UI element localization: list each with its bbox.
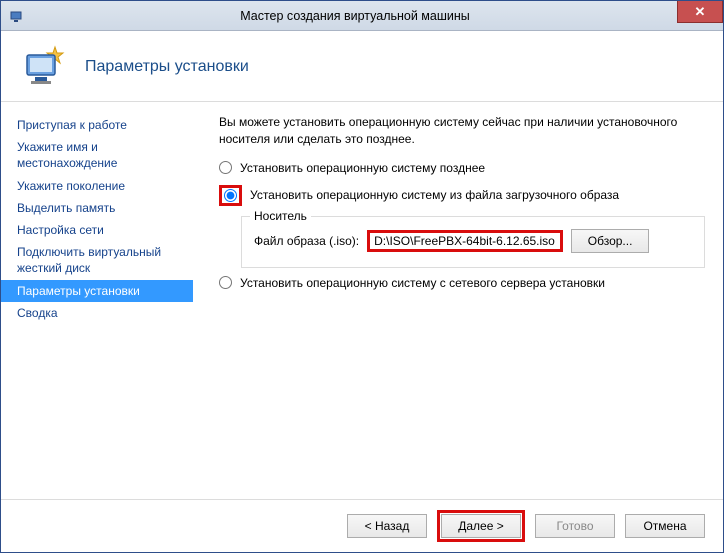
image-path-input[interactable] — [367, 230, 563, 252]
header: Параметры установки — [1, 31, 723, 101]
option-install-network-label: Установить операционную систему с сетево… — [240, 276, 605, 290]
radio-highlight-box — [219, 185, 242, 206]
page-title: Параметры установки — [85, 58, 249, 76]
sidebar-item-install-options[interactable]: Параметры установки — [1, 280, 193, 302]
sidebar-item-memory[interactable]: Выделить память — [1, 197, 193, 219]
next-highlight-box: Далее > — [437, 510, 525, 542]
finish-button[interactable]: Готово — [535, 514, 615, 538]
sidebar-item-vhd[interactable]: Подключить виртуальный жесткий диск — [1, 241, 193, 279]
sidebar-item-generation[interactable]: Укажите поколение — [1, 175, 193, 197]
wizard-window: Мастер создания виртуальной машины ✕ Пар… — [0, 0, 724, 553]
option-install-from-image[interactable]: Установить операционную систему из файла… — [219, 185, 705, 206]
option-install-later[interactable]: Установить операционную систему позднее — [219, 161, 705, 175]
titlebar: Мастер создания виртуальной машины ✕ — [1, 1, 723, 31]
radio-install-later[interactable] — [219, 161, 232, 174]
window-title: Мастер создания виртуальной машины — [27, 9, 683, 23]
media-groupbox: Носитель Файл образа (.iso): Обзор... — [241, 216, 705, 268]
radio-install-network[interactable] — [219, 276, 232, 289]
close-button[interactable]: ✕ — [677, 1, 723, 23]
sidebar-item-networking[interactable]: Настройка сети — [1, 219, 193, 241]
cancel-button[interactable]: Отмена — [625, 514, 705, 538]
close-icon: ✕ — [695, 4, 706, 20]
wizard-body: Приступая к работе Укажите имя и местона… — [1, 101, 723, 500]
next-button[interactable]: Далее > — [441, 514, 521, 538]
content-pane: Вы можете установить операционную систем… — [193, 102, 723, 499]
browse-button[interactable]: Обзор... — [571, 229, 649, 253]
sidebar-item-name-location[interactable]: Укажите имя и местонахождение — [1, 136, 193, 174]
sidebar-item-summary[interactable]: Сводка — [1, 302, 193, 324]
media-group-legend: Носитель — [250, 209, 311, 223]
app-icon — [7, 6, 27, 26]
image-file-label: Файл образа (.iso): — [254, 234, 359, 248]
back-button[interactable]: < Назад — [347, 514, 427, 538]
image-file-row: Файл образа (.iso): Обзор... — [254, 229, 692, 253]
sidebar: Приступая к работе Укажите имя и местона… — [1, 102, 193, 499]
option-install-from-image-label: Установить операционную систему из файла… — [250, 188, 619, 202]
footer: < Назад Далее > Готово Отмена — [1, 500, 723, 552]
wizard-header-icon — [21, 45, 69, 89]
option-install-later-label: Установить операционную систему позднее — [240, 161, 485, 175]
option-install-network[interactable]: Установить операционную систему с сетево… — [219, 276, 705, 290]
radio-install-from-image[interactable] — [224, 189, 237, 202]
intro-text: Вы можете установить операционную систем… — [219, 114, 705, 149]
sidebar-item-getting-started[interactable]: Приступая к работе — [1, 114, 193, 136]
